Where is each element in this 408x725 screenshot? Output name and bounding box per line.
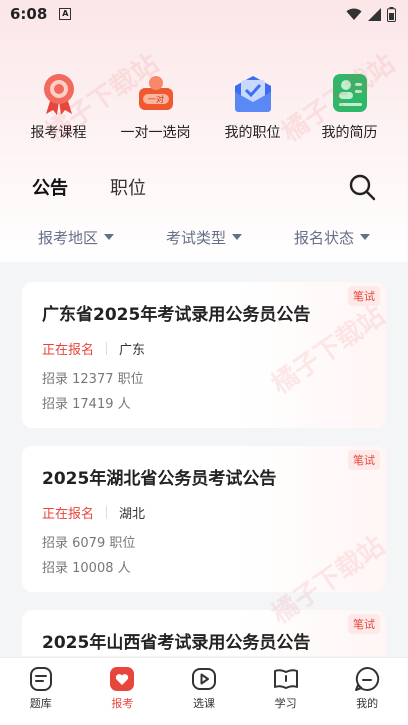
status-time: 6:08 [10,5,48,23]
quick-action-label: 我的简历 [321,125,378,141]
book-icon [273,669,298,689]
nav-label: 题库 [29,697,52,710]
nav-item-courses[interactable]: 选课 [174,666,234,725]
announcement-title: 2025年山西省考试录用公务员公告 [42,633,311,653]
job-check-icon [230,70,276,116]
play-icon [191,668,216,690]
quick-action-my-resume[interactable]: 我的简历 [302,70,398,150]
announcement-card[interactable]: 笔试 2025年湖北省公务员考试公告 正在报名 湖北 招录 6079 职位 招录… [22,446,386,592]
registration-status: 正在报名 [42,507,95,522]
nav-label: 选课 [192,697,215,710]
quick-action-one-on-one[interactable]: 一对 一对一选岗 [108,70,204,150]
heart-icon [110,667,135,691]
filter-registration-status[interactable]: 报名状态 [294,222,370,252]
bottom-navigation: 题库 报考 选课 学习 我的 [0,657,408,725]
notification-a-icon: A [59,8,72,20]
region-label: 湖北 [119,507,146,522]
announcement-title: 广东省2025年考试录用公务员公告 [42,305,311,325]
signal-icon [368,7,381,21]
announcement-card[interactable]: 笔试 广东省2025年考试录用公务员公告 正在报名 广东 招录 12377 职位… [22,282,386,428]
filter-label: 考试类型 [165,228,226,247]
positions-count: 招录 6079 职位 [42,536,136,551]
caret-down-icon [359,234,370,240]
ribbon-badge-icon [36,70,82,116]
profile-chat-icon [355,666,380,691]
filter-bar: 报考地区 考试类型 报名状态 [0,222,408,252]
registration-status: 正在报名 [42,343,95,358]
content-tabs: 公告 职位 [0,165,408,209]
status-bar: 6:08 A [0,0,408,28]
nav-item-apply[interactable]: 报考 [92,666,152,725]
positions-count: 招录 12377 职位 [42,372,144,387]
quick-action-courses[interactable]: 报考课程 [11,70,107,150]
exam-type-tag: 笔试 [348,614,380,634]
caret-down-icon [104,234,115,240]
quick-action-label: 报考课程 [30,125,87,141]
tab-announcements[interactable]: 公告 [32,174,68,200]
nav-label: 我的 [356,697,379,710]
nav-item-study[interactable]: 学习 [256,666,316,725]
people-count: 招录 10008 人 [42,561,131,576]
quick-actions: 报考课程 一对 一对一选岗 我的职位 我的简历 [0,70,408,150]
filter-region[interactable]: 报考地区 [38,222,115,252]
tab-positions[interactable]: 职位 [110,174,146,200]
region-label: 广东 [119,343,146,358]
card-meta: 正在报名 广东 [42,339,366,358]
quick-action-my-jobs[interactable]: 我的职位 [205,70,301,150]
search-icon[interactable] [348,173,376,201]
caret-down-icon [232,234,242,240]
quick-action-label: 我的职位 [224,125,281,141]
filter-label: 报名状态 [293,228,354,247]
filter-exam-type[interactable]: 考试类型 [166,222,242,252]
divider [106,506,108,519]
announcement-card[interactable]: 笔试 2025年山西省考试录用公务员公告 [22,610,386,656]
status-icons [346,6,396,22]
resume-icon [327,70,373,116]
one-on-one-badge-text: 一对 [148,94,164,104]
nav-label: 报考 [111,697,134,710]
quick-action-label: 一对一选岗 [120,125,191,141]
nav-item-question-bank[interactable]: 题库 [11,666,71,725]
people-count: 招录 17419 人 [42,397,131,412]
wifi-icon [346,8,362,20]
filter-label: 报考地区 [38,228,99,247]
card-meta: 正在报名 湖北 [42,503,366,522]
exam-type-tag: 笔试 [348,450,380,470]
announcement-list[interactable]: 笔试 广东省2025年考试录用公务员公告 正在报名 广东 招录 12377 职位… [0,264,408,656]
one-on-one-icon: 一对 [133,70,179,116]
battery-icon [387,6,396,22]
announcement-title: 2025年湖北省公务员考试公告 [42,469,277,489]
nav-item-profile[interactable]: 我的 [337,666,397,725]
nav-label: 学习 [274,697,297,710]
question-bank-icon [29,667,52,691]
divider [106,342,108,355]
exam-type-tag: 笔试 [348,286,380,306]
